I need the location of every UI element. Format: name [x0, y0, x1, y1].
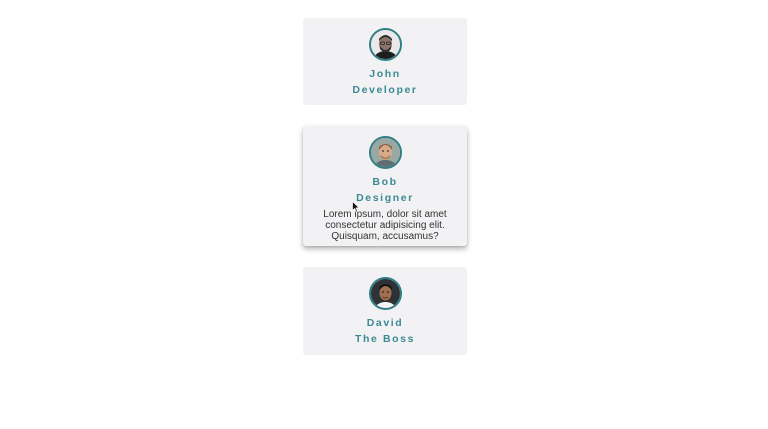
member-name: Bob: [372, 176, 398, 188]
team-card-john[interactable]: John Developer: [303, 18, 467, 105]
avatar: [368, 136, 402, 169]
team-card-david[interactable]: David The Boss: [303, 267, 467, 355]
person-photo-icon: [370, 138, 400, 167]
member-description: Lorem ipsum, dolor sit amet consectetur …: [323, 209, 447, 242]
member-role: Developer: [352, 84, 418, 96]
mouse-cursor-icon: [352, 201, 360, 213]
person-photo-icon: [370, 30, 400, 59]
member-name: David: [366, 317, 404, 329]
team-page: John Developer Bob Designer Lorem ipsum,…: [0, 0, 768, 429]
member-role: The Boss: [354, 333, 416, 345]
team-card-bob[interactable]: Bob Designer Lorem ipsum, dolor sit amet…: [303, 126, 467, 246]
member-name: John: [369, 68, 401, 80]
avatar: [368, 277, 402, 310]
member-role: Designer: [356, 192, 414, 204]
avatar: [368, 28, 402, 61]
person-photo-icon: [370, 279, 400, 308]
